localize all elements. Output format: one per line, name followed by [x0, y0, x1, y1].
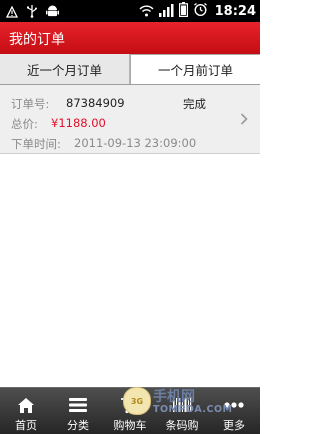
order-time-label: 下单时间: [11, 137, 61, 151]
battery-icon [178, 2, 188, 21]
watermark: 3G 手机网 TOMPDA.COM [123, 385, 232, 419]
nav-item-home-label: 首页 [15, 419, 37, 432]
alarm-icon [193, 2, 208, 21]
order-number: 87384909 [66, 96, 125, 110]
chevron-right-icon [240, 111, 248, 129]
usb-icon [26, 3, 38, 22]
signal-icon [158, 2, 174, 21]
watermark-logo: 3G [123, 387, 151, 415]
nav-item-home[interactable]: 首页 [0, 388, 52, 434]
tab-recent-month[interactable]: 近一个月订单 [0, 54, 130, 84]
title-bar: 我的订单 [0, 22, 260, 54]
order-total: ¥1188.00 [51, 116, 106, 130]
watermark-text: 手机网 [153, 389, 195, 405]
watermark-domain: TOMPDA.COM [153, 404, 233, 415]
tab-older-than-month-label: 一个月前订单 [157, 63, 233, 78]
order-total-label: 总价: [11, 117, 38, 131]
status-time: 18:24 [214, 4, 256, 19]
nav-item-cart-label: 购物车 [113, 419, 147, 432]
home-icon [17, 396, 35, 414]
order-tabs: 近一个月订单 一个月前订单 [0, 54, 260, 85]
nav-item-category-label: 分类 [67, 419, 89, 432]
android-icon [46, 3, 59, 22]
order-status: 完成 [183, 97, 206, 111]
nav-item-category[interactable]: 分类 [52, 388, 104, 434]
order-number-label: 订单号: [11, 97, 50, 111]
nav-item-more-label: 更多 [223, 419, 245, 432]
order-list-item[interactable]: 订单号: 87384909 完成 总价: ¥1188.00 下单时间: 2011… [0, 85, 260, 154]
nav-item-barcode-label: 条码购 [165, 419, 199, 432]
list-icon [69, 396, 87, 414]
warning-icon [5, 3, 19, 22]
page-title: 我的订单 [9, 32, 65, 48]
wifi-icon [139, 2, 154, 21]
status-bar: 18:24 [0, 0, 260, 22]
tab-recent-month-label: 近一个月订单 [26, 62, 102, 78]
order-time: 2011-09-13 23:09:00 [74, 136, 197, 150]
tab-older-than-month[interactable]: 一个月前订单 [130, 54, 260, 84]
